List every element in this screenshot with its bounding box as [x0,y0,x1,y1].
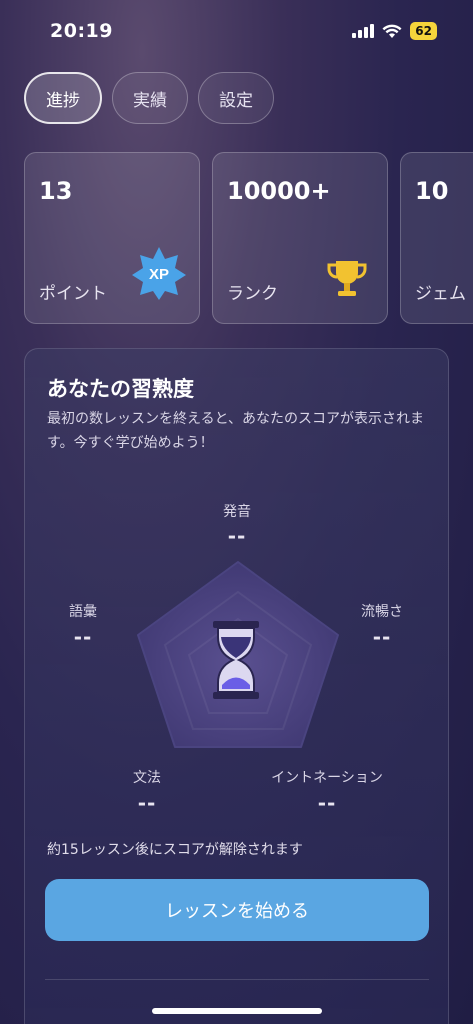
wifi-icon [382,24,402,38]
cellular-signal-icon [352,24,375,38]
divider [45,979,429,980]
proficiency-panel: あなたの習熟度 最初の数レッスンを終えると、あなたのスコアが表示されます。今すぐ… [24,348,449,1024]
stats-carousel[interactable]: 13 ポイント XP 10000+ ランク 10 ジェム [24,152,473,324]
proficiency-description: 最初の数レッスンを終えると、あなたのスコアが表示されます。今すぐ学び始めよう！ [47,411,425,451]
proficiency-title: あなたの習熟度 [47,377,194,401]
status-icons: 62 [352,22,437,40]
intonation-label: イントネーション [271,770,383,786]
rank-value: 10000+ [227,177,331,205]
unlock-note: 約15レッスン後にスコアが解除されます [47,842,303,858]
pronunciation-label: 発音 [223,504,251,520]
fluency-value: -- [372,625,392,649]
battery-indicator: 62 [410,22,437,40]
grammar-label: 文法 [133,770,161,786]
status-time: 20:19 [50,20,113,42]
vocabulary-label: 語彙 [69,604,97,620]
status-bar: 20:19 62 [0,0,473,62]
tab-progress[interactable]: 進捗 [24,72,102,124]
points-value: 13 [39,177,73,205]
tab-bar: 進捗 実績 設定 [24,72,274,124]
home-indicator[interactable] [152,1008,322,1014]
gems-value: 10 [415,177,449,205]
fluency-label: 流暢さ [361,604,403,620]
svg-text:XP: XP [149,266,169,283]
skill-pentagon-chart [137,561,339,748]
trophy-icon [327,261,367,296]
rank-card[interactable]: 10000+ ランク [212,152,388,324]
grammar-value: -- [137,791,157,815]
start-lesson-button[interactable]: レッスンを始める [45,879,429,941]
gems-label: ジェム [415,284,466,304]
tab-settings[interactable]: 設定 [198,72,274,124]
points-label: ポイント [39,284,107,304]
xp-badge-icon: XP [132,247,186,300]
intonation-value: -- [317,791,337,815]
vocabulary-value: -- [73,625,93,649]
points-card[interactable]: 13 ポイント XP [24,152,200,324]
rank-label: ランク [227,284,278,304]
tab-achievements[interactable]: 実績 [112,72,188,124]
gems-card[interactable]: 10 ジェム [400,152,473,324]
pronunciation-value: -- [227,524,247,548]
